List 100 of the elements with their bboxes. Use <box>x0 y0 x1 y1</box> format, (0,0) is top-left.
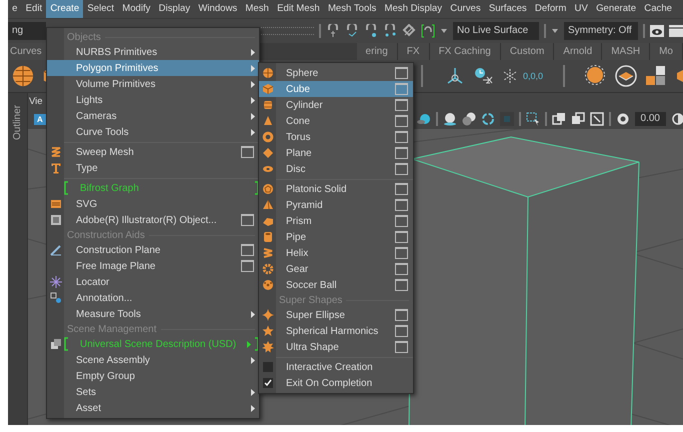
menu-item[interactable]: Sets <box>47 384 259 400</box>
menu-item[interactable]: Torus <box>259 129 413 145</box>
menu-bar-item[interactable]: Display <box>154 0 194 18</box>
shelf-tab[interactable]: FX Caching <box>430 43 501 60</box>
menu-item[interactable]: Pipe <box>259 229 413 245</box>
ring-icon[interactable] <box>480 112 495 126</box>
menu-bar-item[interactable]: Surfaces <box>484 0 531 18</box>
aperture-icon[interactable] <box>616 112 630 126</box>
menu-item[interactable]: Bifrost Graph <box>47 180 259 196</box>
menu-item[interactable]: Spherical Harmonics <box>259 323 413 339</box>
option-box[interactable] <box>241 146 254 158</box>
shelf-tab[interactable]: ering <box>356 43 398 60</box>
option-box[interactable] <box>395 99 408 111</box>
menu-item[interactable]: Sweep Mesh <box>47 144 259 160</box>
option-box[interactable] <box>241 260 254 272</box>
menu-bar-item[interactable]: Mesh <box>241 0 273 18</box>
option-box[interactable] <box>241 214 254 226</box>
menu-item[interactable]: Scene Assembly <box>47 352 259 368</box>
option-box[interactable] <box>395 247 408 259</box>
menu-bar-item[interactable]: Cache <box>640 0 676 18</box>
option-box[interactable] <box>395 309 408 321</box>
menu-item[interactable]: Locator <box>47 274 259 290</box>
menu-item[interactable]: Sphere <box>259 65 413 81</box>
menu-bar-item[interactable]: Edit <box>22 0 46 18</box>
menu-item[interactable]: Cube <box>259 81 413 97</box>
checkbox[interactable] <box>262 378 272 388</box>
shelf-tab[interactable]: FX <box>398 43 430 60</box>
menu-item[interactable]: Lights <box>47 92 259 108</box>
live-surface-field[interactable]: No Live Surface <box>453 22 539 40</box>
selection-cursor-icon[interactable] <box>526 112 540 126</box>
menu-item[interactable]: Type <box>47 160 259 176</box>
shelf-tab[interactable]: MASH <box>602 43 650 60</box>
menu-item[interactable]: Pyramid <box>259 197 413 213</box>
option-box[interactable] <box>241 244 254 256</box>
menu-item[interactable]: Prism <box>259 213 413 229</box>
outliner-tab[interactable]: Outliner <box>12 105 23 140</box>
menu-bar-item[interactable]: Edit Mesh <box>272 0 324 18</box>
option-box[interactable] <box>395 263 408 275</box>
menu-bar-item[interactable]: Deform <box>530 0 570 18</box>
menu-item[interactable]: Disc <box>259 161 413 177</box>
menu-bar-item[interactable]: Mesh Tools <box>324 0 380 18</box>
menu-item[interactable]: Exit On Completion <box>276 378 413 388</box>
windows-icon[interactable] <box>570 112 585 126</box>
sphere-icon[interactable] <box>462 112 476 126</box>
shelf-tab[interactable]: Arnold <box>554 43 602 60</box>
windows-icon[interactable] <box>552 112 566 126</box>
menu-bar-item[interactable]: Generate <box>592 0 640 18</box>
option-box[interactable] <box>395 279 408 291</box>
option-box[interactable] <box>395 67 408 79</box>
menu-item[interactable]: Asset <box>47 400 259 416</box>
menu-item[interactable]: SVG <box>47 196 259 212</box>
text-field[interactable]: ng <box>8 22 46 40</box>
shelf-tab[interactable]: Mo <box>650 43 683 60</box>
menu-item[interactable]: NURBS Primitives <box>47 44 259 60</box>
checkbox[interactable] <box>262 362 272 372</box>
menu-item[interactable]: Cylinder <box>259 97 413 113</box>
camera-value-field[interactable]: 0.00 <box>634 112 666 126</box>
shaded-sphere-icon[interactable] <box>416 112 431 126</box>
menu-bar-item[interactable]: Curves <box>446 0 485 18</box>
menu-item[interactable]: Measure Tools <box>47 306 259 322</box>
menu-item[interactable]: Empty Group <box>47 368 259 384</box>
shelf-tab[interactable]: Curves <box>8 43 47 60</box>
option-box[interactable] <box>395 183 408 195</box>
menu-item[interactable]: Polygon Primitives <box>47 60 259 76</box>
menu-item[interactable]: Platonic Solid <box>259 181 413 197</box>
eye-icon[interactable] <box>650 24 664 38</box>
line-box-icon[interactable] <box>590 112 604 126</box>
menu-item[interactable]: Free Image Plane <box>47 258 259 274</box>
sphere-icon[interactable] <box>12 65 34 87</box>
menu-item[interactable]: Construction Plane <box>47 242 259 258</box>
option-box[interactable] <box>395 231 408 243</box>
squares-icon[interactable] <box>645 65 667 87</box>
menu-item[interactable]: Ultra Shape <box>259 339 413 355</box>
option-box[interactable] <box>395 199 408 211</box>
menu-item[interactable]: Interactive Creation <box>276 362 413 372</box>
menu-item[interactable]: Annotation... <box>47 290 259 306</box>
menu-bar-item[interactable]: Modify <box>118 0 155 18</box>
menu-item[interactable]: Super Ellipse <box>259 307 413 323</box>
view-menu[interactable]: Vie <box>29 96 43 106</box>
clapperboard-icon[interactable] <box>669 24 683 38</box>
option-box[interactable] <box>395 115 408 127</box>
menu-item[interactable]: Gear <box>259 261 413 277</box>
shelf-tab[interactable]: Custom <box>500 43 554 60</box>
axis-icon[interactable] <box>444 66 465 86</box>
sphere-icon[interactable] <box>442 112 457 126</box>
option-box[interactable] <box>395 215 408 227</box>
layers-icon[interactable] <box>615 65 637 87</box>
menu-item[interactable]: Cone <box>259 113 413 129</box>
menu-bar-item[interactable]: Create <box>46 0 84 18</box>
menu-bar-item[interactable]: Mesh Display <box>380 0 446 18</box>
circle-icon[interactable] <box>585 65 607 87</box>
option-box[interactable] <box>395 163 408 175</box>
option-box[interactable] <box>395 131 408 143</box>
menu-item[interactable]: Universal Scene Description (USD) <box>47 336 259 352</box>
bracketed-magnet-icon[interactable] <box>421 24 435 38</box>
menu-bar-item[interactable]: e <box>8 0 22 18</box>
viewport-badge[interactable]: A <box>34 114 46 124</box>
menu-item[interactable]: Helix <box>259 245 413 261</box>
menu-item[interactable]: Soccer Ball <box>259 277 413 293</box>
menu-bar-item[interactable]: Windows <box>194 0 242 18</box>
